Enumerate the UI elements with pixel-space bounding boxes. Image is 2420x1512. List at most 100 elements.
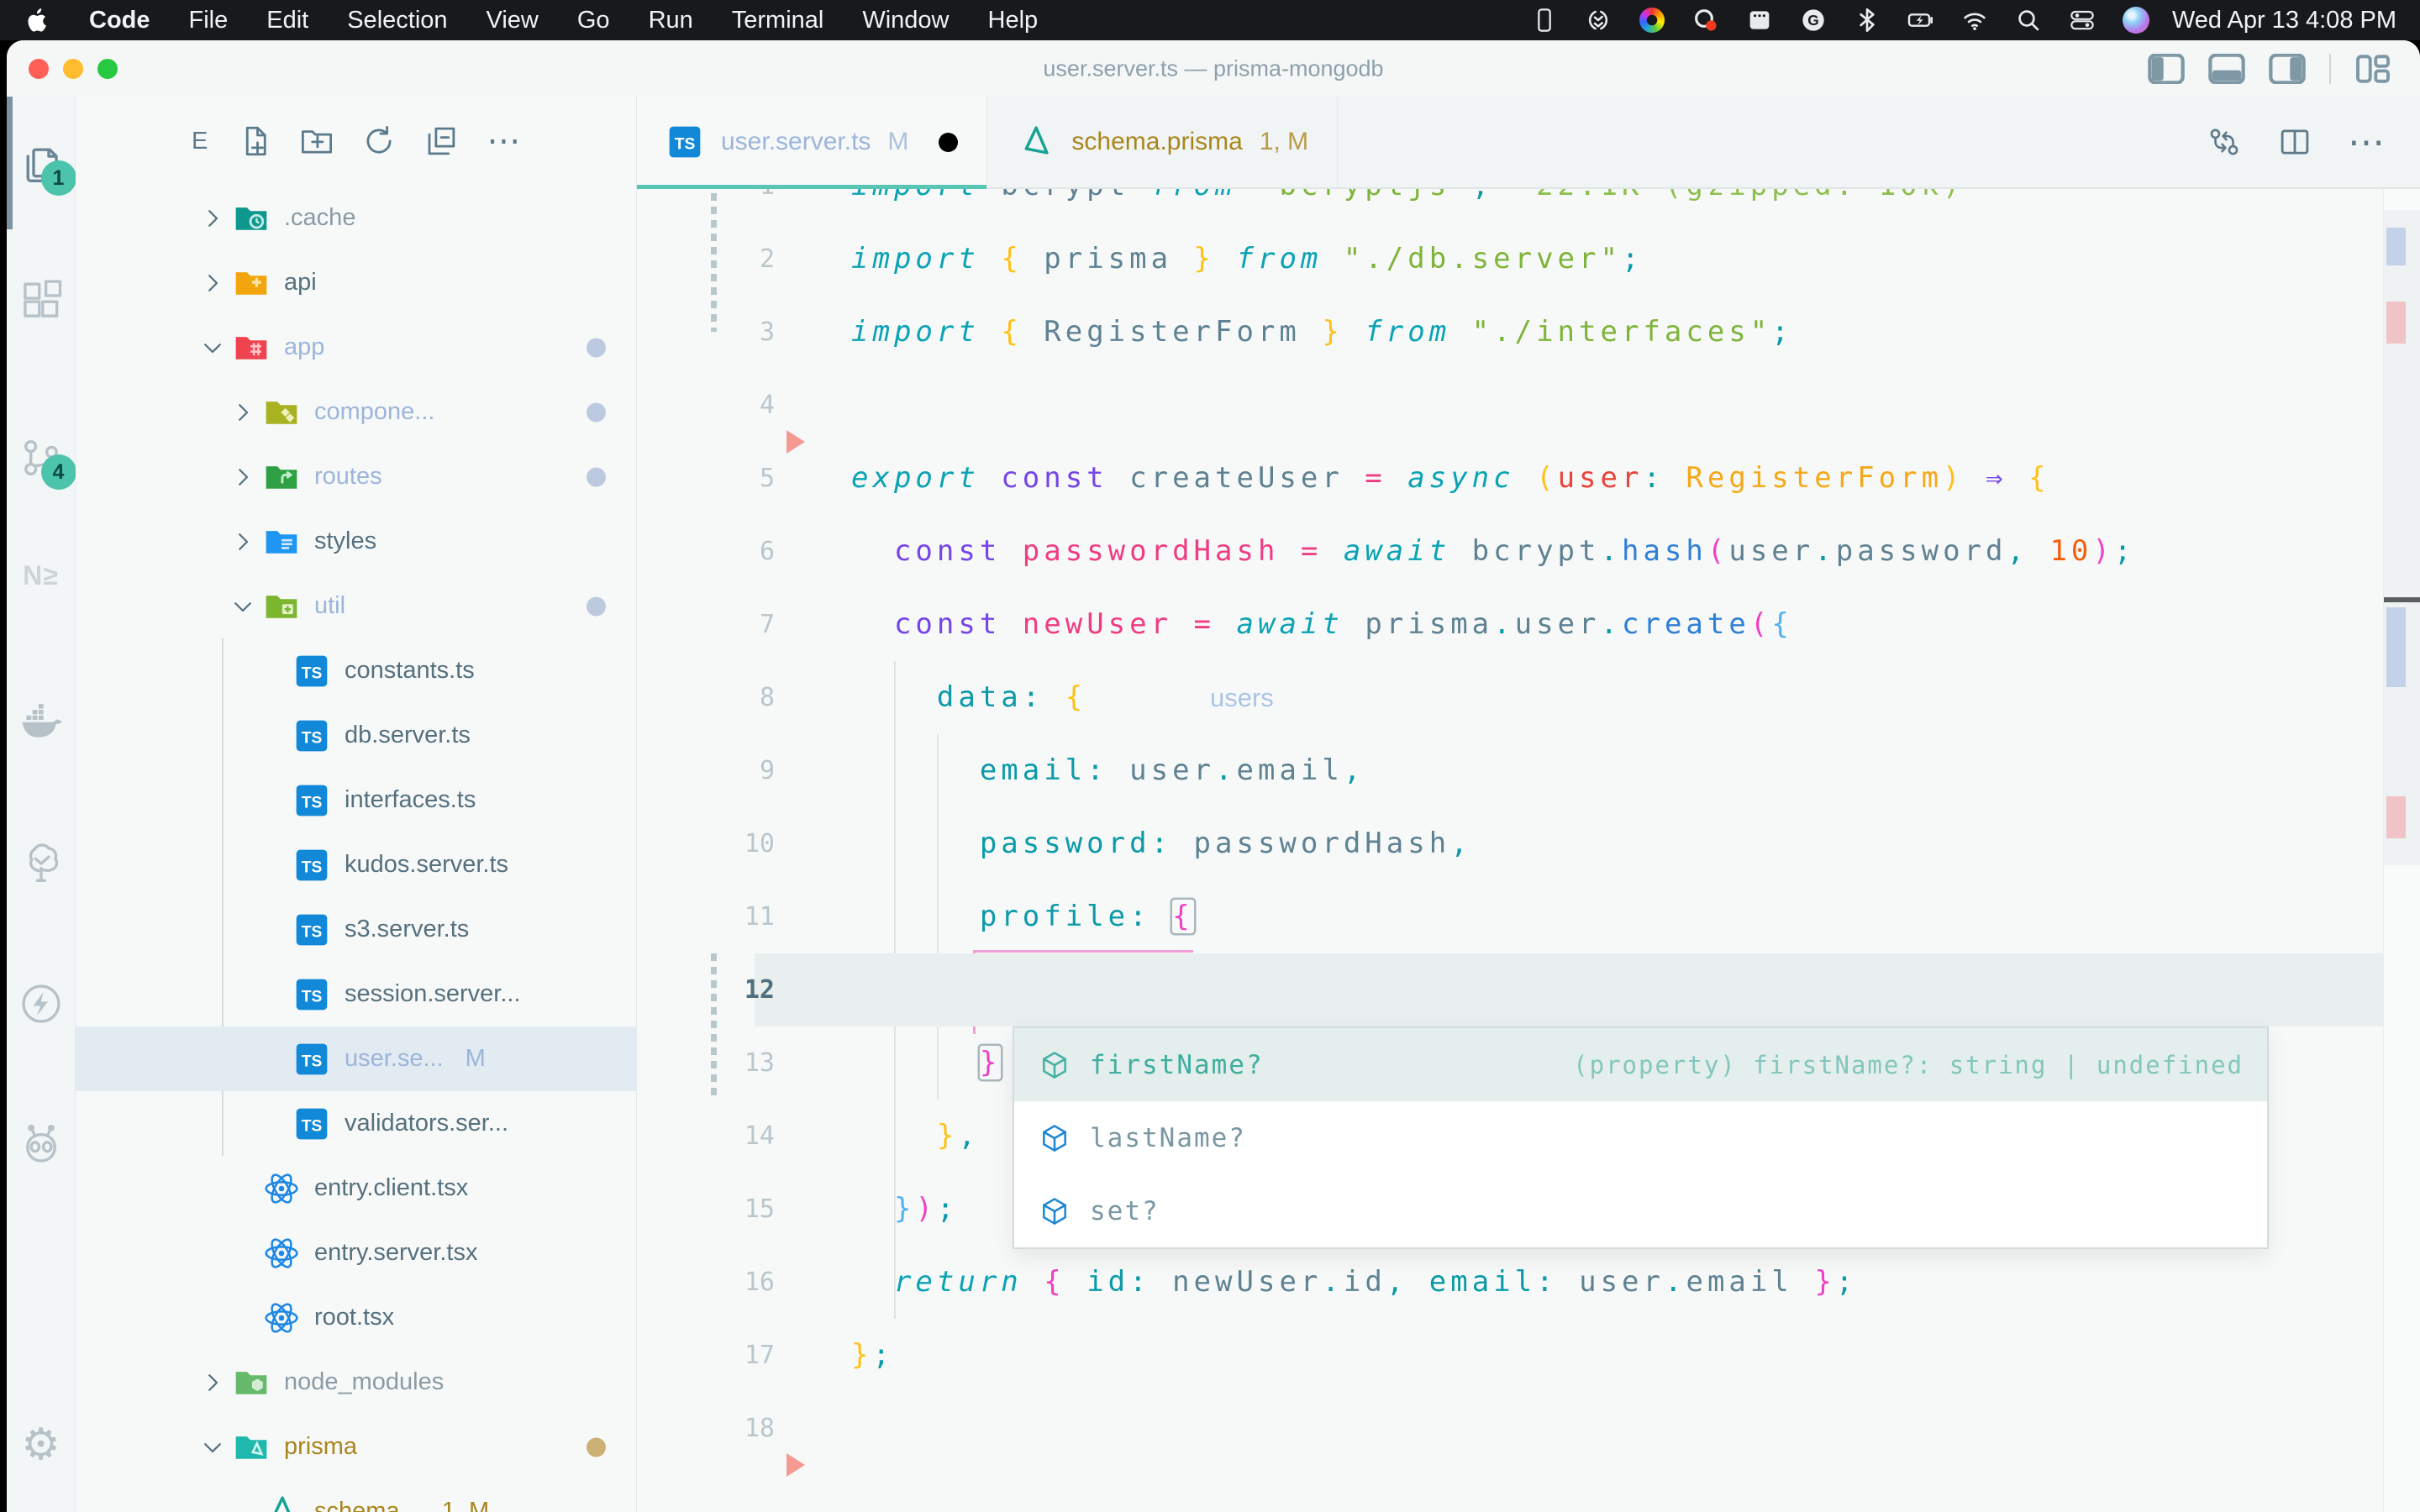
line-number: 8 [637,661,775,734]
folder-app [232,328,271,367]
suggest-item-lastname-[interactable]: lastName? [1014,1101,2267,1174]
activity-item-pieces[interactable] [18,840,65,887]
suggest-item-set-[interactable]: set? [1014,1174,2267,1247]
code-editor[interactable]: 1import bcrypt from "bcryptjs"; 22.1K (g… [637,189,2420,1512]
line-number: 4 [637,369,775,442]
siri-icon[interactable] [2122,6,2150,34]
property-cube-icon [1038,1048,1071,1082]
chevron-down-icon[interactable] [198,1433,227,1462]
menu-item-view[interactable]: View [487,7,539,34]
chevron-right-icon[interactable] [229,528,257,556]
tree-item-util[interactable]: util [76,574,636,638]
chevron-down-icon[interactable] [198,333,227,362]
activity-item-thunder-client[interactable] [18,980,65,1027]
new-file-icon[interactable] [236,123,273,160]
tree-item-label: prisma [284,1433,357,1461]
chevron-right-icon[interactable] [229,398,257,427]
g-app-icon[interactable]: G [1799,6,1828,34]
tree-item-label: app [284,333,324,361]
customize-layout-icon[interactable] [2354,54,2391,84]
color-wheel-icon[interactable] [1638,6,1666,34]
react-file-icon [262,1169,301,1208]
chevron-right-icon[interactable] [198,204,227,233]
wifi-icon[interactable] [1960,6,1989,34]
tree-item-label: session.server... [345,980,521,1008]
editor-tab-schema-prisma[interactable]: schema.prisma1, M [987,97,1338,187]
menu-item-code[interactable]: Code [89,7,150,34]
activity-item-source-control[interactable]: 4 [18,434,65,481]
tree-item-s3-server-ts[interactable]: TSs3.server.ts [76,897,636,962]
tree-item-session-server-[interactable]: TSsession.server... [76,962,636,1026]
menu-bar-clock[interactable]: Wed Apr 13 4:08 PM [2172,7,2396,34]
activity-badge: 1 [41,160,76,196]
recording-icon[interactable] [1691,6,1720,34]
toggle-primary-sidebar-icon[interactable] [2148,54,2185,84]
tree-item-validators-ser-[interactable]: TSvalidators.ser... [76,1091,636,1156]
explorer-header: E ⋯ [76,97,636,186]
battery-icon[interactable] [1907,6,1935,34]
spotlight-icon[interactable] [2014,6,2043,34]
chevron-right-icon[interactable] [229,463,257,491]
tab-git-badge: M [887,128,908,156]
activity-item-docker[interactable] [18,697,65,744]
folder-util [262,587,301,626]
tree-item-kudos-server-ts[interactable]: TSkudos.server.ts [76,832,636,897]
tree-item-entry-client-tsx[interactable]: entry.client.tsx [76,1156,636,1221]
activity-item-explorer[interactable]: 1 [18,140,65,187]
tree-item-routes[interactable]: routes [76,444,636,509]
menu-item-file[interactable]: File [189,7,229,34]
tree-item-constants-ts[interactable]: TSconstants.ts [76,638,636,703]
tree-item-styles[interactable]: styles [76,509,636,574]
tree-item-api[interactable]: api [76,250,636,315]
tree-item-label: kudos.server.ts [345,851,508,879]
tree-item-schema-[interactable]: schema...1, M [76,1479,636,1512]
line-number: 15 [637,1173,775,1246]
toggle-secondary-sidebar-icon[interactable] [2269,54,2306,84]
menu-item-help[interactable]: Help [988,7,1039,34]
bluetooth-icon[interactable] [1853,6,1881,34]
activity-item-nx[interactable]: N≥ [18,552,65,599]
modified-dot [587,402,606,422]
tree-item-node-modules[interactable]: node_modules [76,1350,636,1415]
activity-item-robot[interactable] [18,1121,65,1168]
chevron-right-icon[interactable] [198,1368,227,1397]
toggle-panel-icon[interactable] [2208,54,2245,84]
shazam-icon[interactable] [1584,6,1612,34]
more-icon[interactable]: ⋯ [485,123,522,160]
activity-item-extensions[interactable] [18,277,65,324]
menu-item-go[interactable]: Go [577,7,610,34]
tree-item-entry-server-tsx[interactable]: entry.server.tsx [76,1221,636,1285]
control-center-icon[interactable] [2068,6,2096,34]
menu-item-terminal[interactable]: Terminal [732,7,824,34]
refresh-icon[interactable] [360,123,397,160]
tree-item-label: node_modules [284,1368,444,1396]
tree-item-root-tsx[interactable]: root.tsx [76,1285,636,1350]
tree-item-compone-[interactable]: compone... [76,380,636,444]
chevron-right-icon[interactable] [198,269,227,297]
tree-item-interfaces-ts[interactable]: TSinterfaces.ts [76,768,636,832]
dirty-indicator[interactable] [939,133,958,152]
display-icon[interactable] [1530,6,1559,34]
tree-item--cache[interactable]: .cache [76,186,636,250]
menu-item-run[interactable]: Run [649,7,693,34]
tree-item-prisma[interactable]: prisma [76,1415,636,1479]
chevron-spacer [229,1304,257,1332]
more-actions-icon[interactable]: ⋯ [2348,121,2385,164]
code-text: import bcrypt from "bcryptjs"; 22.1K (gz… [851,189,1964,223]
chevron-down-icon[interactable] [229,592,257,621]
menu-item-selection[interactable]: Selection [347,7,447,34]
keyboard-icon[interactable] [1745,6,1774,34]
tree-item-app[interactable]: app [76,315,636,380]
open-changes-icon[interactable] [2207,124,2242,160]
split-editor-icon[interactable] [2277,124,2312,160]
tree-item-user-se-[interactable]: TSuser.se...M [76,1026,636,1091]
apple-icon[interactable] [24,6,52,34]
menu-item-edit[interactable]: Edit [266,7,308,34]
new-folder-icon[interactable] [298,123,335,160]
collapse-all-icon[interactable] [423,123,460,160]
activity-item-settings[interactable]: ⚙ [18,1421,65,1468]
tree-item-db-server-ts[interactable]: TSdb.server.ts [76,703,636,768]
editor-tab-user-server-ts[interactable]: TSuser.server.tsM [637,97,987,187]
suggest-item-firstname-[interactable]: firstName?(property) firstName?: string … [1014,1028,2267,1101]
menu-item-window[interactable]: Window [862,7,949,34]
